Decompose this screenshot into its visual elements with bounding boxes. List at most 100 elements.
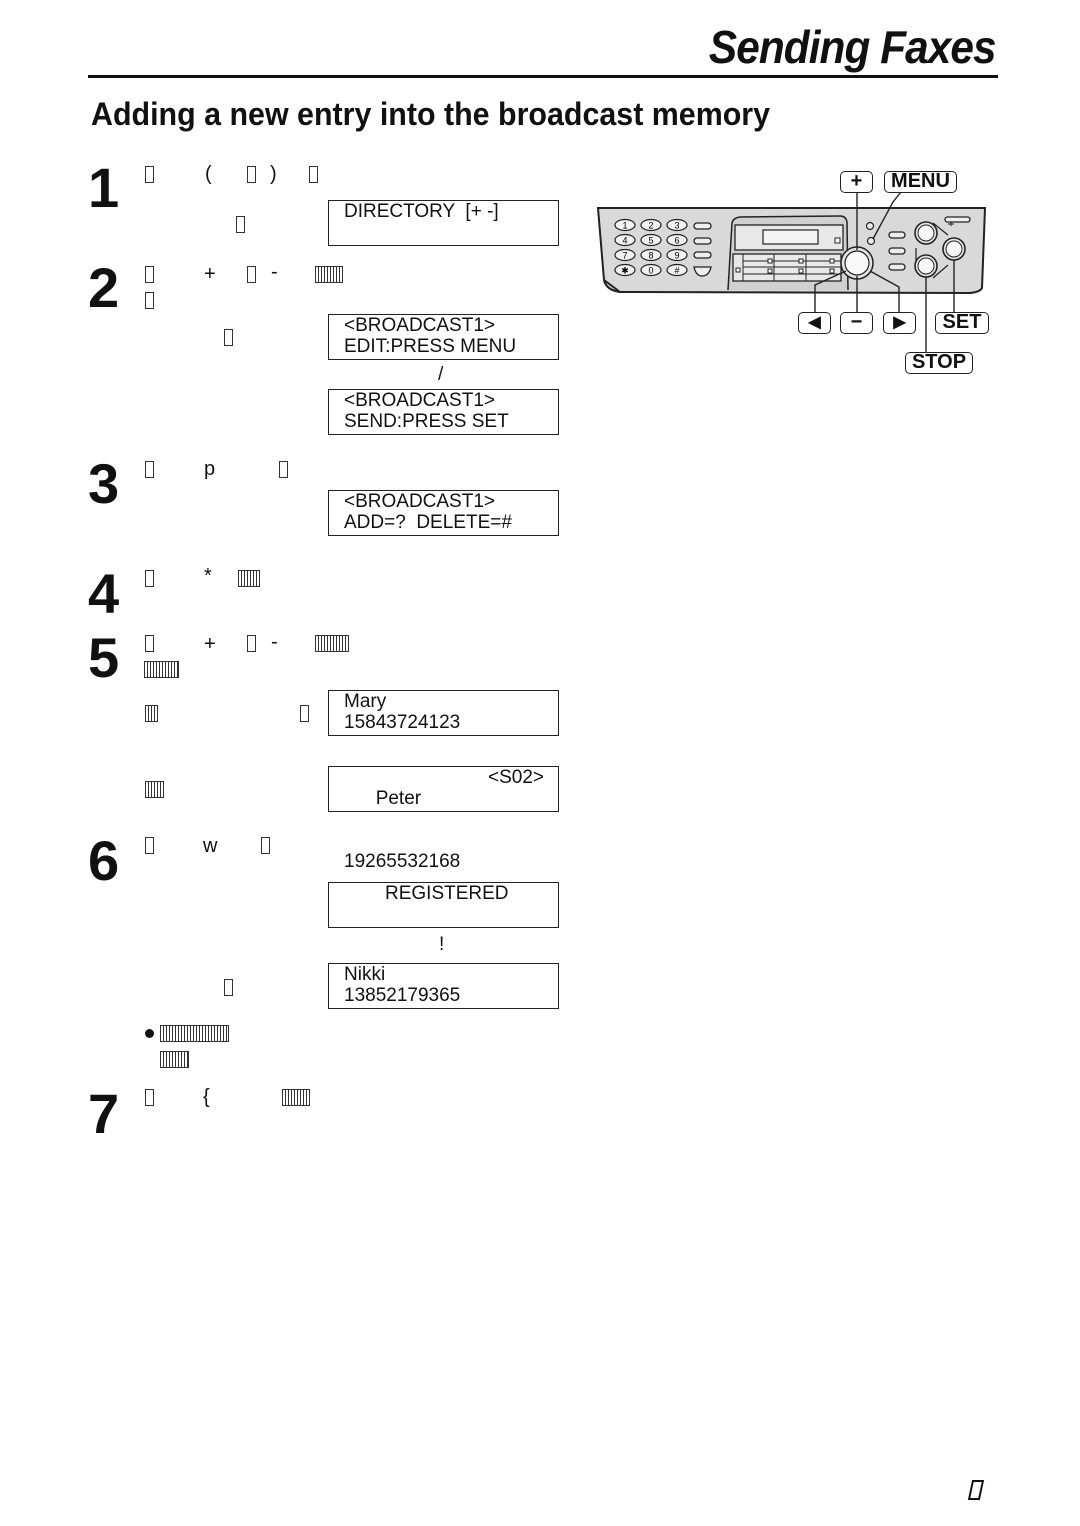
set-key-label: SET [935, 312, 989, 334]
entry-slot: <S02> [488, 767, 544, 788]
dial-key: 7 [614, 248, 636, 262]
missing-glyph [247, 266, 256, 283]
missing-glyph [145, 292, 154, 309]
step-text: p [204, 458, 216, 480]
unrendered-text [145, 705, 158, 722]
unrendered-text [315, 635, 349, 652]
lcd-line-1: <BROADCAST1> [344, 390, 495, 411]
header-rule [88, 75, 998, 78]
step-text: w [203, 835, 218, 857]
dial-key-label: ✱ [621, 266, 629, 276]
missing-glyph [145, 266, 154, 283]
missing-glyph [145, 1089, 154, 1106]
dial-key: 2 [640, 218, 662, 232]
lcd-line-2: 19265532168 [344, 851, 461, 872]
section-title: Adding a new entry into the broadcast me… [91, 96, 771, 132]
lcd-line-1: Nikki [344, 964, 386, 985]
dial-key-label: # [674, 266, 679, 276]
step-number: 1 [88, 156, 120, 219]
lcd-line-1: <BROADCAST1> [344, 315, 495, 336]
lcd-line-2: ADD=? DELETE=# [344, 512, 512, 533]
unrendered-text [315, 266, 343, 283]
unrendered-text [144, 661, 179, 678]
dial-key-label: 2 [648, 221, 653, 231]
dial-key: 3 [666, 218, 688, 232]
dial-key-label: 4 [622, 236, 627, 246]
dial-key-label: 7 [622, 251, 627, 261]
unrendered-text [238, 570, 260, 587]
lcd-line-1: <BROADCAST1> [344, 491, 495, 512]
missing-glyph [145, 635, 154, 652]
lcd-line-2: SEND:PRESS SET [344, 411, 509, 432]
step-text: - [271, 631, 278, 653]
missing-glyph [236, 216, 245, 233]
lcd-line-1: Mary [344, 691, 387, 712]
dial-key: # [666, 263, 688, 277]
lcd-entry-mary: Mary 15843724123 [328, 690, 559, 736]
lcd-line-2: 13852179365 [344, 985, 461, 1006]
dial-key: 1 [614, 218, 636, 232]
dial-key: 0 [640, 263, 662, 277]
step-text: ( [205, 163, 212, 185]
missing-glyph [145, 166, 154, 183]
missing-glyph [261, 837, 270, 854]
missing-glyph [145, 837, 154, 854]
chapter-title: Sending Faxes [709, 21, 997, 73]
missing-glyph [224, 979, 233, 996]
lcd-broadcast-edit: <BROADCAST1> EDIT:PRESS MENU [328, 314, 559, 360]
plus-key-label: + [840, 171, 873, 193]
entry-name: Peter [375, 788, 422, 809]
missing-glyph [247, 635, 256, 652]
step-number: 4 [88, 562, 120, 625]
missing-glyph [309, 166, 318, 183]
menu-key-label: MENU [884, 171, 957, 193]
step-number: 3 [88, 452, 120, 515]
unrendered-text [160, 1051, 189, 1068]
lcd-registered: REGISTERED [328, 882, 559, 928]
dial-key-label: 3 [674, 221, 679, 231]
left-arrow-key-label: ◀ [798, 312, 831, 334]
unrendered-text [145, 781, 164, 798]
page-number-glyph [967, 1480, 985, 1500]
missing-glyph [224, 329, 233, 346]
lcd-line-1: DIRECTORY [+ -] [344, 201, 499, 222]
dial-key: 5 [640, 233, 662, 247]
dial-key-label: 1 [622, 221, 627, 231]
display-separator: / [438, 364, 444, 385]
dial-key-label: 8 [648, 251, 653, 261]
lcd-line-1: Peter <S02> [344, 767, 558, 851]
lcd-entry-nikki: Nikki 13852179365 [328, 963, 559, 1009]
dial-key: 6 [666, 233, 688, 247]
missing-glyph [145, 461, 154, 478]
step-text: - [271, 261, 278, 283]
step-number: 7 [88, 1082, 120, 1145]
lcd-broadcast-send: <BROADCAST1> SEND:PRESS SET [328, 389, 559, 435]
lcd-entry-peter: Peter <S02> 19265532168 [328, 766, 559, 872]
lcd-line-2: 15843724123 [344, 712, 461, 733]
dial-key: 8 [640, 248, 662, 262]
dial-key: 9 [666, 248, 688, 262]
step-number: 5 [88, 626, 120, 689]
lcd-line-2: EDIT:PRESS MENU [344, 336, 517, 357]
missing-glyph [279, 461, 288, 478]
right-arrow-key-label: ▶ [883, 312, 916, 334]
step-number: 2 [88, 256, 120, 319]
missing-glyph [300, 705, 309, 722]
stop-key-label: STOP [905, 352, 973, 374]
dial-key-label: 9 [674, 251, 679, 261]
lcd-line-1: REGISTERED [385, 883, 509, 904]
step-text: + [204, 263, 216, 285]
missing-glyph [145, 570, 154, 587]
lcd-broadcast-add: <BROADCAST1> ADD=? DELETE=# [328, 490, 559, 536]
display-separator: ! [439, 934, 445, 955]
step-text: { [203, 1086, 210, 1108]
lcd-directory: DIRECTORY [+ -] [328, 200, 559, 246]
dial-key: ✱ [614, 263, 636, 277]
dial-key-label: 5 [648, 236, 653, 246]
step-number: 6 [88, 829, 120, 892]
dial-key: 4 [614, 233, 636, 247]
dial-key-label: 0 [648, 266, 653, 276]
dial-key-label: 6 [674, 236, 679, 246]
step-text: * [204, 565, 212, 587]
unrendered-text [160, 1025, 229, 1042]
